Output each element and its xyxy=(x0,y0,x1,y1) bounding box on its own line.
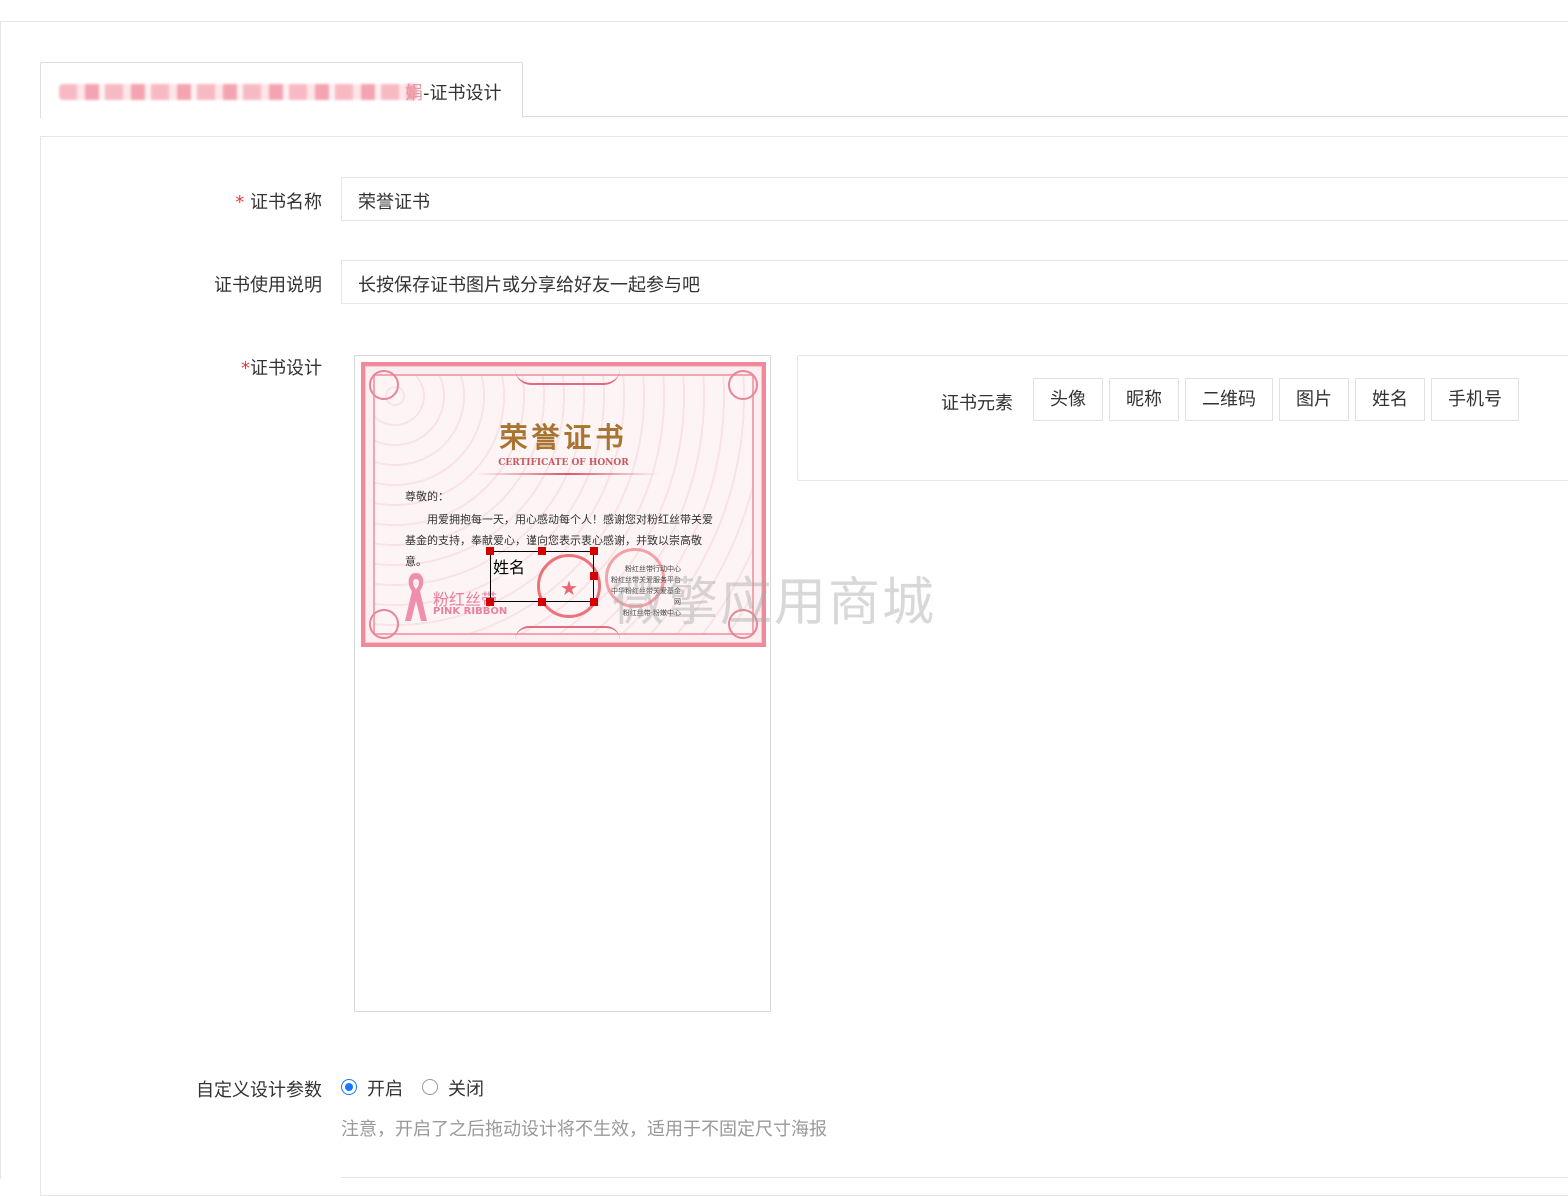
resize-handle[interactable] xyxy=(590,572,598,580)
radio-enable[interactable] xyxy=(341,1079,357,1095)
add-nickname-button[interactable]: 昵称 xyxy=(1109,378,1179,421)
radio-enable-label[interactable]: 开启 xyxy=(367,1075,403,1101)
certificate-subtitle: CERTIFICATE OF HONOR xyxy=(498,458,629,468)
resize-handle[interactable] xyxy=(486,598,494,606)
bottom-ornament xyxy=(515,626,620,640)
corner-ornament-icon xyxy=(369,609,399,639)
custom-params-label: 自定义设计参数 xyxy=(196,1080,322,1101)
add-phone-button[interactable]: 手机号 xyxy=(1431,378,1519,421)
certificate-description-label: 证书使用说明 xyxy=(214,275,322,296)
add-image-button[interactable]: 图片 xyxy=(1279,378,1349,421)
tab-title: 娟-证书设计 xyxy=(405,83,502,104)
draggable-name-element[interactable]: 姓名 xyxy=(486,547,598,606)
add-qrcode-button[interactable]: 二维码 xyxy=(1185,378,1273,421)
resize-handle[interactable] xyxy=(538,547,546,555)
tab-title-redacted xyxy=(59,84,417,100)
add-name-button[interactable]: 姓名 xyxy=(1355,378,1425,421)
radio-disable-label[interactable]: 关闭 xyxy=(448,1075,484,1101)
certificate-title: 荣誉证书 xyxy=(499,421,628,454)
certificate-name-input[interactable]: 荣誉证书 xyxy=(341,177,1568,221)
watermark: 微擎应用商城 xyxy=(612,573,937,633)
tab-bar-divider xyxy=(522,116,1568,117)
logo-en: PINK RIBBON xyxy=(433,606,508,617)
bottom-divider xyxy=(341,1177,1568,1178)
left-divider xyxy=(0,21,1,1179)
add-avatar-button[interactable]: 头像 xyxy=(1033,378,1103,421)
element-label: 姓名 xyxy=(493,554,526,578)
resize-handle[interactable] xyxy=(486,547,494,555)
tab-certificate-design[interactable]: 娟-证书设计 xyxy=(40,62,523,118)
certificate-elements-panel: 证书元素 头像 昵称 二维码 图片 姓名 手机号 xyxy=(797,355,1568,481)
design-canvas[interactable]: 荣誉证书 CERTIFICATE OF HONOR 尊敬的： 用爱拥抱每一天，用… xyxy=(354,355,771,1012)
custom-params-note: 注意，开启了之后拖动设计将不生效，适用于不固定尺寸海报 xyxy=(341,1119,827,1140)
certificate-design-label: *证书设计 xyxy=(241,358,322,379)
resize-handle[interactable] xyxy=(590,598,598,606)
elements-label: 证书元素 xyxy=(941,393,1013,414)
corner-ornament-icon xyxy=(369,370,399,400)
top-ornament xyxy=(515,369,620,385)
radio-disable[interactable] xyxy=(422,1079,438,1095)
certificate-greeting: 尊敬的： xyxy=(405,490,449,503)
page-frame: 娟-证书设计 * 证书名称 荣誉证书 证书使用说明 长按保存证书图片或分享给好友… xyxy=(0,0,1568,1196)
subtitle-underline xyxy=(475,473,660,475)
pink-ribbon-icon xyxy=(405,573,427,621)
top-divider xyxy=(0,21,1568,22)
resize-handle[interactable] xyxy=(590,547,598,555)
certificate-name-label: * 证书名称 xyxy=(235,192,322,213)
resize-handle[interactable] xyxy=(538,598,546,606)
corner-ornament-icon xyxy=(728,370,758,400)
certificate-description-input[interactable]: 长按保存证书图片或分享给好友一起参与吧 xyxy=(341,260,1568,304)
